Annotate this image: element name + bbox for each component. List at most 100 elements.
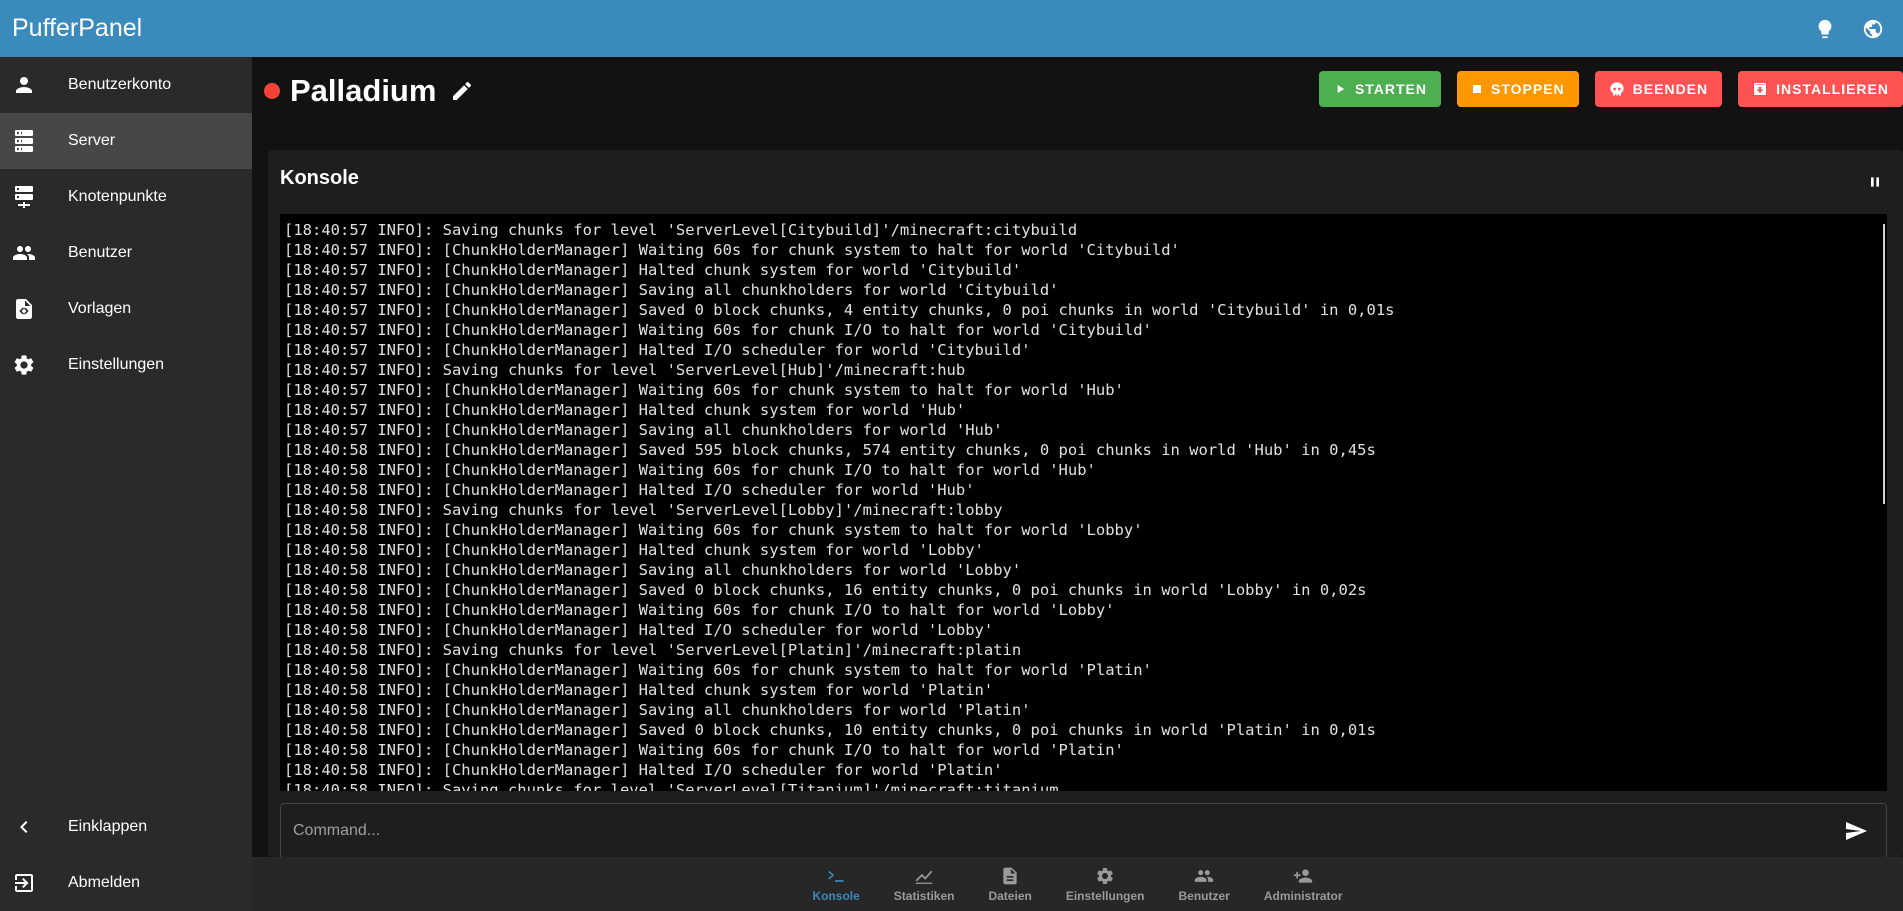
- logout-label: Abmelden: [68, 874, 141, 891]
- console-line: [18:40:57 INFO]: [ChunkHolderManager] Sa…: [284, 421, 1003, 439]
- logout-button[interactable]: Abmelden: [0, 855, 252, 911]
- server-status-indicator: [264, 83, 280, 99]
- console-line: [18:40:58 INFO]: [ChunkHolderManager] Sa…: [284, 441, 1376, 459]
- chevron-left-icon: [0, 815, 48, 839]
- console-line: [18:40:57 INFO]: [ChunkHolderManager] Sa…: [284, 301, 1395, 319]
- sidebar-item-label: Vorlagen: [68, 300, 132, 317]
- console-line: [18:40:58 INFO]: [ChunkHolderManager] Wa…: [284, 661, 1152, 679]
- top-app-bar: PufferPanel: [0, 0, 1903, 57]
- collapse-label: Einklappen: [68, 818, 148, 835]
- console-icon: [828, 870, 844, 882]
- account-icon: [0, 73, 48, 97]
- collapse-sidebar-button[interactable]: Einklappen: [0, 799, 252, 855]
- command-input[interactable]: [281, 810, 1836, 851]
- console-line: [18:40:57 INFO]: [ChunkHolderManager] Sa…: [284, 281, 1059, 299]
- skull-icon: [1610, 82, 1624, 96]
- logout-icon: [0, 871, 48, 895]
- template-icon: [0, 297, 48, 321]
- console-line: [18:40:57 INFO]: [ChunkHolderManager] Ha…: [284, 261, 1022, 279]
- admin-icon: [1294, 868, 1313, 883]
- globe-icon[interactable]: [1855, 11, 1891, 47]
- tab-label: Statistiken: [893, 888, 955, 903]
- users-icon: [1195, 869, 1214, 882]
- console-lines: [18:40:57 INFO]: Saving chunks for level…: [280, 214, 1887, 791]
- tab-benutzer[interactable]: Benutzer: [1162, 857, 1247, 911]
- tab-statistiken[interactable]: Statistiken: [877, 857, 972, 911]
- sidebar-item-vorlagen[interactable]: Vorlagen: [0, 281, 252, 337]
- console-line: [18:40:57 INFO]: [ChunkHolderManager] Ha…: [284, 341, 1031, 359]
- console-line: [18:40:58 INFO]: Saving chunks for level…: [284, 781, 1059, 791]
- chart-icon: [915, 870, 933, 884]
- tab-administrator[interactable]: Administrator: [1247, 857, 1360, 911]
- server-actions: STARTEN STOPPEN BEENDEN INSTALLIEREN: [1303, 71, 1903, 107]
- tab-dateien[interactable]: Dateien: [971, 857, 1048, 911]
- sidebar-bottom: Einklappen Abmelden: [0, 799, 252, 911]
- stop-button[interactable]: STOPPEN: [1457, 71, 1579, 107]
- bottom-navigation: Konsole Statistiken Dateien Einstellunge…: [252, 857, 1903, 911]
- tab-label: Benutzer: [1178, 888, 1230, 903]
- brand-title[interactable]: PufferPanel: [12, 14, 142, 43]
- console-line: [18:40:58 INFO]: [ChunkHolderManager] Ha…: [284, 541, 984, 559]
- console-line: [18:40:58 INFO]: [ChunkHolderManager] Wa…: [284, 601, 1115, 619]
- sidebar-item-label: Benutzerkonto: [68, 76, 172, 93]
- stop-icon: [1473, 85, 1482, 93]
- install-label: INSTALLIEREN: [1776, 81, 1889, 97]
- main-content: Palladium STARTEN STOPPEN BEENDEN INSTAL…: [252, 57, 1903, 857]
- tab-label: Dateien: [988, 888, 1032, 903]
- console-line: [18:40:58 INFO]: [ChunkHolderManager] Sa…: [284, 721, 1376, 739]
- send-icon[interactable]: [1836, 811, 1876, 851]
- console-line: [18:40:57 INFO]: [ChunkHolderManager] Ha…: [284, 401, 966, 419]
- nodes-icon: [0, 185, 48, 209]
- lightbulb-icon[interactable]: [1807, 11, 1843, 47]
- console-scrollbar[interactable]: [1883, 224, 1885, 504]
- console-line: [18:40:58 INFO]: Saving chunks for level…: [284, 501, 1003, 519]
- console-line: [18:40:57 INFO]: [ChunkHolderManager] Wa…: [284, 321, 1152, 339]
- install-icon: [1754, 83, 1767, 95]
- sidebar-item-label: Einstellungen: [68, 356, 165, 373]
- edit-icon[interactable]: [450, 79, 474, 103]
- console-line: [18:40:58 INFO]: [ChunkHolderManager] Wa…: [284, 741, 1124, 759]
- console-title: Konsole: [280, 167, 359, 189]
- console-line: [18:40:57 INFO]: [ChunkHolderManager] Wa…: [284, 381, 1124, 399]
- play-icon: [1337, 84, 1345, 94]
- sidebar-item-einstellungen[interactable]: Einstellungen: [0, 337, 252, 393]
- console-line: [18:40:58 INFO]: [ChunkHolderManager] Ha…: [284, 761, 1003, 779]
- console-line: [18:40:58 INFO]: [ChunkHolderManager] Wa…: [284, 521, 1143, 539]
- kill-button[interactable]: BEENDEN: [1594, 71, 1723, 107]
- sidebar-item-label: Server: [68, 132, 116, 149]
- tab-einstellungen[interactable]: Einstellungen: [1049, 857, 1162, 911]
- sidebar-item-label: Benutzer: [68, 244, 133, 261]
- start-button[interactable]: STARTEN: [1318, 71, 1442, 107]
- file-icon: [1003, 867, 1017, 884]
- sidebar-item-benutzerkonto[interactable]: Benutzerkonto: [0, 57, 252, 113]
- sidebar: Benutzerkonto Server Knotenpunkte Benutz…: [0, 57, 252, 911]
- console-line: [18:40:58 INFO]: [ChunkHolderManager] Ha…: [284, 621, 994, 639]
- stop-label: STOPPEN: [1491, 81, 1565, 97]
- tab-label: Konsole: [812, 888, 860, 903]
- console-line: [18:40:58 INFO]: [ChunkHolderManager] Sa…: [284, 581, 1367, 599]
- console-line: [18:40:57 INFO]: Saving chunks for level…: [284, 361, 966, 379]
- console-line: [18:40:58 INFO]: [ChunkHolderManager] Wa…: [284, 461, 1096, 479]
- console-line: [18:40:58 INFO]: [ChunkHolderManager] Sa…: [284, 701, 1031, 719]
- pause-icon[interactable]: [1863, 170, 1887, 194]
- kill-label: BEENDEN: [1632, 81, 1709, 97]
- console-line: [18:40:57 INFO]: [ChunkHolderManager] Wa…: [284, 241, 1180, 259]
- server-icon: [0, 129, 48, 153]
- sidebar-item-label: Knotenpunkte: [68, 188, 167, 205]
- console-line: [18:40:58 INFO]: [ChunkHolderManager] Ha…: [284, 481, 975, 499]
- tab-konsole[interactable]: Konsole: [795, 857, 876, 911]
- sidebar-item-knotenpunkte[interactable]: Knotenpunkte: [0, 169, 252, 225]
- sidebar-item-benutzer[interactable]: Benutzer: [0, 225, 252, 281]
- console-line: [18:40:58 INFO]: [ChunkHolderManager] Sa…: [284, 561, 1022, 579]
- sidebar-item-server[interactable]: Server: [0, 113, 252, 169]
- server-header: Palladium: [264, 73, 474, 109]
- gear-icon: [1097, 867, 1113, 884]
- console-card: Konsole [18:40:57 INFO]: Saving chunks f…: [268, 150, 1903, 857]
- tab-label: Einstellungen: [1065, 888, 1145, 903]
- start-label: STARTEN: [1354, 81, 1428, 97]
- console-line: [18:40:58 INFO]: Saving chunks for level…: [284, 641, 1022, 659]
- console-output[interactable]: [18:40:57 INFO]: Saving chunks for level…: [280, 214, 1887, 791]
- gear-icon: [0, 353, 48, 377]
- tab-label: Administrator: [1263, 888, 1343, 903]
- install-button[interactable]: INSTALLIEREN: [1738, 71, 1903, 107]
